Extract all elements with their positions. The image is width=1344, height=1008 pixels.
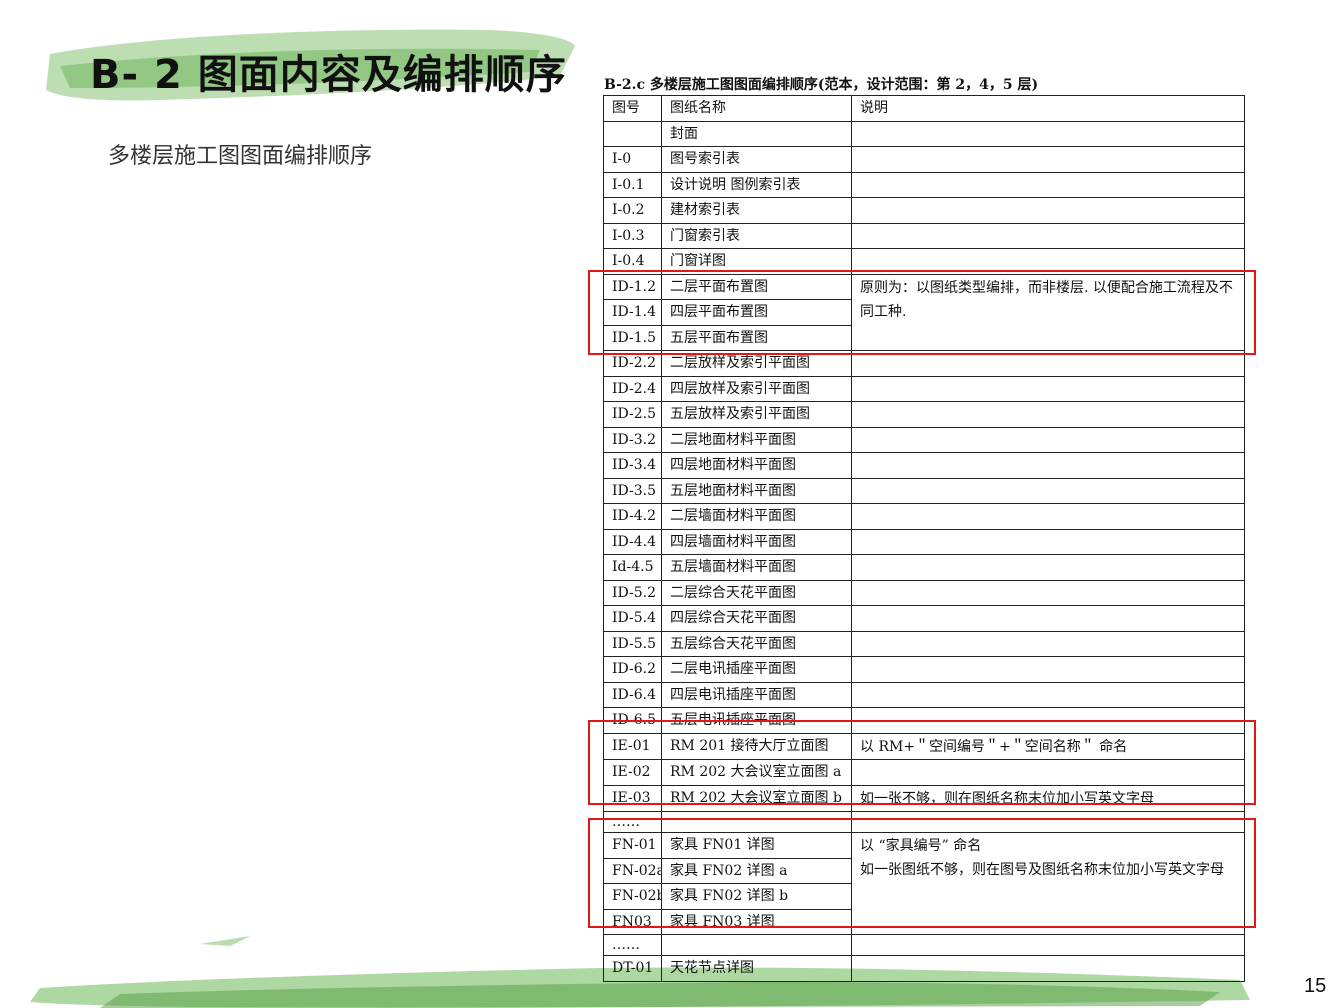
note-cell (851, 934, 1245, 956)
drawing-code-cell: Id-4.5 (603, 554, 662, 581)
page-number: 15 (1304, 975, 1327, 997)
header-cell: 图号 (603, 95, 662, 122)
drawing-code-cell: …… (603, 934, 662, 956)
table-row: I-0.2 建材索引表 (603, 197, 1245, 224)
table-row: I-0 图号索引表 (603, 146, 1245, 173)
drawing-code-cell: ID-6.2 (603, 656, 662, 683)
drawing-name-cell: 图号索引表 (661, 146, 852, 173)
note-cell (851, 401, 1245, 428)
drawing-name-cell: 二层墙面材料平面图 (661, 503, 852, 530)
table-row: 封面 (603, 120, 1245, 147)
table-row: I-0.3 门窗索引表 (603, 222, 1245, 249)
drawing-code-cell: ID-3.2 (603, 426, 662, 453)
note-cell (851, 171, 1245, 198)
table-row: ID-3.5 五层地面材料平面图 (603, 477, 1245, 504)
note-cell (851, 120, 1245, 147)
highlight-elevations (588, 720, 1256, 805)
drawing-name-cell (661, 934, 852, 956)
drawing-name-cell: 天花节点详图 (661, 955, 852, 982)
drawing-name-cell: 四层综合天花平面图 (661, 605, 852, 632)
note-cell (851, 503, 1245, 530)
note-cell (851, 579, 1245, 606)
table-row: Id-4.5 五层墙面材料平面图 (603, 554, 1245, 581)
table-row: ID-4.2 二层墙面材料平面图 (603, 503, 1245, 530)
note-cell (851, 630, 1245, 657)
drawing-code-cell: I-0.2 (603, 197, 662, 224)
drawing-name-cell: 四层放样及索引平面图 (661, 375, 852, 402)
drawing-code-cell: ID-5.4 (603, 605, 662, 632)
drawing-code-cell: ID-6.4 (603, 681, 662, 708)
drawing-name-cell: 二层综合天花平面图 (661, 579, 852, 606)
drawing-name-cell: 四层地面材料平面图 (661, 452, 852, 479)
note-cell (851, 656, 1245, 683)
drawing-code-cell: ID-5.2 (603, 579, 662, 606)
drawing-code-cell: I-0.1 (603, 171, 662, 198)
table-row: ID-5.5 五层综合天花平面图 (603, 630, 1245, 657)
note-cell (851, 222, 1245, 249)
table-row: ID-2.5 五层放样及索引平面图 (603, 401, 1245, 428)
drawing-name-cell: 二层地面材料平面图 (661, 426, 852, 453)
drawing-name-cell: 五层放样及索引平面图 (661, 401, 852, 428)
drawing-code-cell: DT-01 (603, 955, 662, 982)
drawing-name-cell: 封面 (661, 120, 852, 147)
drawing-name-cell: 五层地面材料平面图 (661, 477, 852, 504)
note-cell (851, 955, 1245, 982)
table-caption: B-2.c 多楼层施工图图面编排顺序(范本，设计范围：第 2，4，5 层) (604, 77, 1039, 93)
table-header-row: 图号 图纸名称 说明 (603, 95, 1245, 122)
note-cell (851, 554, 1245, 581)
drawing-name-cell: 五层墙面材料平面图 (661, 554, 852, 581)
table-row: ID-3.2 二层地面材料平面图 (603, 426, 1245, 453)
drawing-name-cell: 建材索引表 (661, 197, 852, 224)
drawing-code-cell: I-0.3 (603, 222, 662, 249)
note-cell (851, 605, 1245, 632)
drawing-code-cell: I-0 (603, 146, 662, 173)
table-row: ID-2.4 四层放样及索引平面图 (603, 375, 1245, 402)
table-row: ID-6.2 二层电讯插座平面图 (603, 656, 1245, 683)
drawing-code-cell: ID-3.4 (603, 452, 662, 479)
note-cell (851, 375, 1245, 402)
drawing-name-cell: 五层综合天花平面图 (661, 630, 852, 657)
header-cell: 说明 (851, 95, 1245, 122)
drawing-name-cell: 设计说明 图例索引表 (661, 171, 852, 198)
note-cell (851, 197, 1245, 224)
table-row: ID-3.4 四层地面材料平面图 (603, 452, 1245, 479)
highlight-furniture (588, 818, 1256, 928)
header-cell: 图纸名称 (661, 95, 852, 122)
note-cell (851, 426, 1245, 453)
note-cell (851, 452, 1245, 479)
slide-subtitle: 多楼层施工图图面编排顺序 (108, 144, 373, 169)
drawing-name-cell: 二层电讯插座平面图 (661, 656, 852, 683)
drawing-name-cell: 门窗索引表 (661, 222, 852, 249)
table-row: ID-6.4 四层电讯插座平面图 (603, 681, 1245, 708)
table-row: ID-4.4 四层墙面材料平面图 (603, 528, 1245, 555)
table-row: ID-5.2 二层综合天花平面图 (603, 579, 1245, 606)
drawing-name-cell: 四层电讯插座平面图 (661, 681, 852, 708)
slide-title: B- 2 图面内容及编排顺序 (90, 52, 567, 98)
highlight-floor-plans (588, 270, 1256, 355)
table-row: DT-01 天花节点详图 (603, 955, 1245, 982)
table-row: I-0.1 设计说明 图例索引表 (603, 171, 1245, 198)
note-cell (851, 681, 1245, 708)
note-cell (851, 477, 1245, 504)
table-row: ID-5.4 四层综合天花平面图 (603, 605, 1245, 632)
note-cell (851, 146, 1245, 173)
drawing-code-cell: ID-2.4 (603, 375, 662, 402)
drawing-name-cell: 四层墙面材料平面图 (661, 528, 852, 555)
drawing-code-cell: ID-2.5 (603, 401, 662, 428)
table-row: …… (603, 934, 1245, 956)
drawing-code-cell: ID-4.4 (603, 528, 662, 555)
drawing-code-cell: ID-5.5 (603, 630, 662, 657)
note-cell (851, 528, 1245, 555)
drawing-code-cell: ID-4.2 (603, 503, 662, 530)
drawing-code-cell (603, 120, 662, 147)
drawing-code-cell: ID-3.5 (603, 477, 662, 504)
